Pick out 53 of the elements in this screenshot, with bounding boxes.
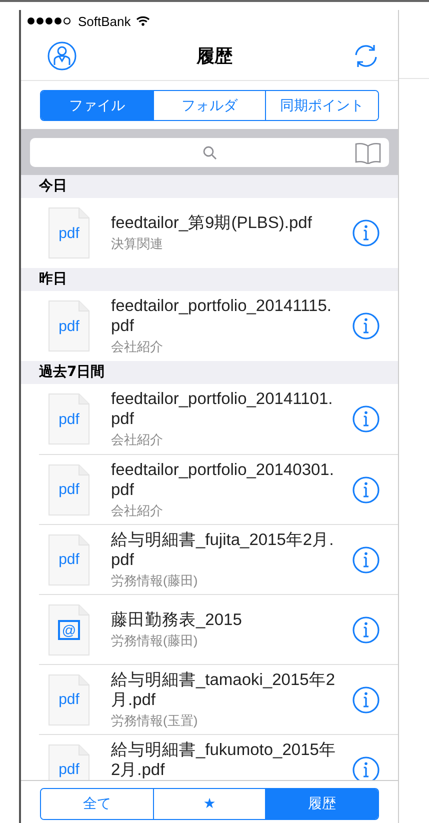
file-category: 労務情報(藤田)	[111, 572, 199, 590]
search-icon	[202, 144, 218, 160]
info-icon[interactable]	[352, 616, 380, 644]
book-icon[interactable]	[355, 142, 381, 164]
file-category: 会社紹介	[111, 338, 164, 356]
signal-strength-icon	[27, 17, 73, 25]
info-icon[interactable]	[352, 756, 380, 780]
user-profile-icon[interactable]	[47, 41, 77, 71]
file-category: 会社紹介	[111, 502, 164, 520]
file-type-label: pdf	[58, 224, 80, 242]
file-name: feedtailor_portfolio_20141115.pdf	[111, 296, 332, 336]
wifi-icon	[136, 16, 150, 26]
file-name: 給与明細書_fujita_2015年2月.pdf	[111, 530, 335, 570]
document-icon	[48, 300, 90, 352]
document-icon	[48, 464, 90, 516]
file-name: feedtailor_portfolio_20140301.pdf	[111, 460, 335, 500]
section-title: 昨日	[39, 270, 67, 289]
segment-tab[interactable]: ファイル	[41, 91, 153, 120]
segment-tab[interactable]: 同期ポイント	[265, 91, 378, 120]
file-category: 労務情報(藤田)	[111, 632, 199, 650]
search-field[interactable]	[30, 138, 389, 167]
file-type-label: pdf	[58, 551, 80, 568]
document-icon	[48, 534, 90, 586]
screen-title: 履歴	[196, 45, 232, 68]
document-icon	[48, 207, 90, 259]
section-title: 過去7日間	[39, 363, 105, 382]
file-category: 会社紹介	[111, 431, 164, 449]
document-icon	[48, 674, 90, 726]
info-icon[interactable]	[352, 312, 380, 340]
file-type-label: pdf	[58, 318, 80, 334]
file-type-label: pdf	[58, 691, 80, 708]
document-icon	[48, 604, 90, 656]
info-icon[interactable]	[352, 686, 380, 714]
info-icon[interactable]	[352, 546, 380, 574]
file-name: feedtailor_第9期(PLBS).pdf	[111, 213, 313, 233]
file-name: 給与明細書_tamaoki_2015年2月.pdf	[111, 670, 336, 710]
file-name: 藤田勤務表_2015	[111, 610, 243, 630]
file-type-label: pdf	[58, 481, 80, 498]
info-icon[interactable]	[352, 476, 380, 504]
file-category: 労務情報(玉置)	[111, 712, 199, 730]
file-name: 給与明細書_fukumoto_2015年2月.pdf	[111, 740, 337, 780]
carrier-name: SoftBank	[78, 14, 131, 28]
file-type-label: pdf	[58, 410, 80, 428]
info-icon[interactable]	[352, 405, 380, 433]
file-name: feedtailor_portfolio_20141101.pdf	[111, 389, 334, 429]
file-category: 決算関連	[111, 235, 164, 253]
document-icon	[48, 393, 90, 445]
sync-icon[interactable]	[352, 42, 380, 70]
file-type-label: pdf	[58, 761, 80, 778]
bottom-tab[interactable]: 履歴	[265, 789, 378, 819]
web-file-label: @	[58, 620, 80, 640]
info-icon[interactable]	[352, 219, 380, 247]
section-title: 今日	[39, 177, 67, 196]
